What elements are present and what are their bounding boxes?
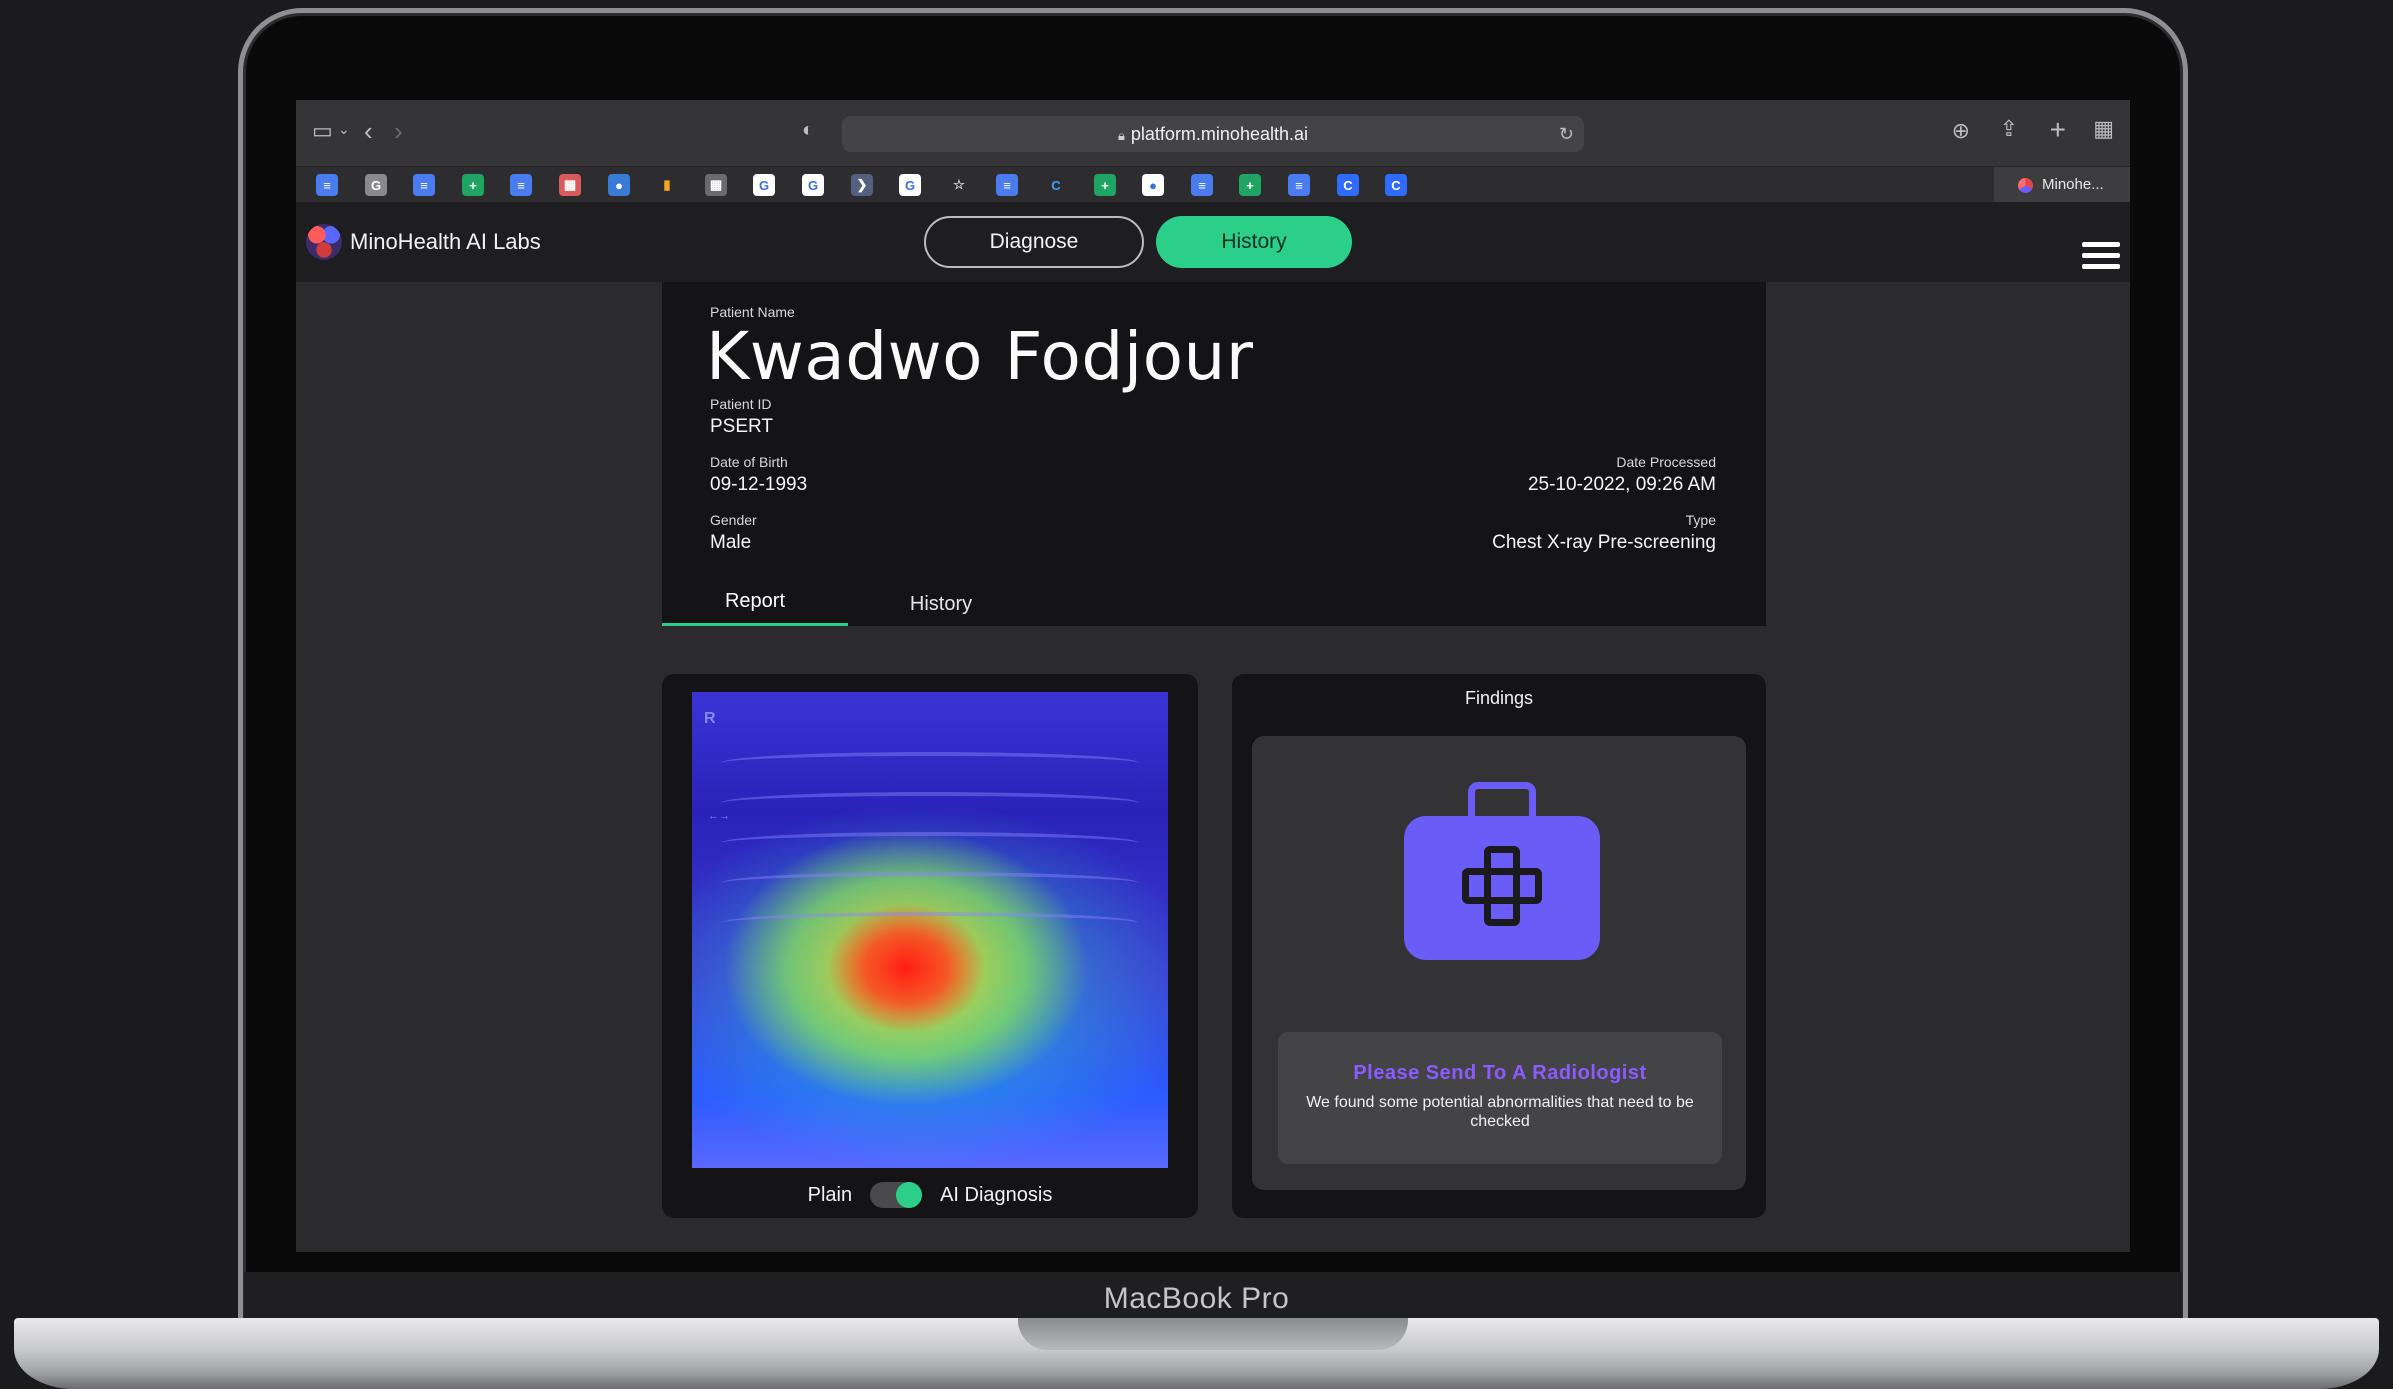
docs-icon[interactable]: ≡ [996, 174, 1018, 196]
xray-marker: R [704, 710, 716, 727]
docs-icon[interactable]: ≡ [316, 174, 338, 196]
docs-icon[interactable]: ≡ [413, 174, 435, 196]
date-processed-value: 25-10-2022, 09:26 AM [1527, 474, 1716, 495]
patient-info-panel: Patient Name Kwadwo Fodjour Patient ID P… [662, 282, 1766, 626]
alert-title: Please Send To A Radiologist [1353, 1062, 1647, 1084]
xray-heatmap-image: R ←→ [692, 692, 1168, 1168]
docs-icon[interactable]: ≡ [1288, 174, 1310, 196]
alert-text: We found some potential abnormalities th… [1306, 1094, 1694, 1130]
gender-label: Gender [710, 512, 757, 528]
tab-report[interactable]: Report [662, 582, 848, 626]
type-value: Chest X-ray Pre-screening [1492, 532, 1716, 553]
google-icon[interactable]: G [899, 174, 921, 196]
c-icon[interactable]: C [1337, 174, 1359, 196]
view-toggle-row: Plain AI Diagnosis [662, 1178, 1198, 1212]
browser-toolbar: ▭ ⌄ ‹ › ◐ 🔒︎ platform.minohealth.ai ↻ ⊕ ⇪… [296, 100, 2130, 166]
chevron-down-icon[interactable]: ⌄ [338, 122, 350, 136]
lock-icon: 🔒︎ [1117, 128, 1125, 143]
brand-name: MinoHealth AI Labs [350, 229, 541, 254]
calendar-icon[interactable]: ▦ [559, 174, 581, 196]
sheets-icon[interactable]: + [1239, 174, 1261, 196]
plain-label: Plain [807, 1183, 853, 1206]
c-icon[interactable]: C [1385, 174, 1407, 196]
findings-title: Findings [1464, 688, 1534, 708]
google-icon[interactable]: G [753, 174, 775, 196]
g-icon[interactable]: G [365, 174, 387, 196]
first-aid-kit-icon [1404, 782, 1600, 962]
chat-icon[interactable]: ● [608, 174, 630, 196]
patient-name: Kwadwo Fodjour [706, 318, 1254, 395]
gender-value: Male [710, 532, 752, 553]
diagnose-button[interactable]: Diagnose [924, 216, 1144, 268]
history-button[interactable]: History [1156, 216, 1352, 268]
github-icon[interactable]: ● [1142, 174, 1164, 196]
active-tab[interactable]: Minohe... [1994, 167, 2130, 203]
laptop-notch [1018, 1318, 1408, 1350]
radiologist-alert: Please Send To A Radiologist We found so… [1278, 1032, 1722, 1164]
google-icon[interactable]: G [802, 174, 824, 196]
download-icon[interactable]: ⊕ [1952, 120, 1970, 142]
dob-label: Date of Birth [710, 454, 788, 470]
c-icon[interactable]: C [1045, 174, 1067, 196]
findings-card: Findings Please Send To A Radiologist We… [1232, 674, 1766, 1218]
type-label: Type [1685, 512, 1716, 528]
share-icon[interactable]: ⇪ [2000, 118, 2018, 140]
star-icon[interactable]: ☆ [948, 174, 970, 196]
tab-overview-icon[interactable]: ▦ [2093, 118, 2114, 140]
forward-icon[interactable]: › [394, 118, 403, 144]
minohealth-logo-icon [306, 224, 342, 260]
sheets-icon[interactable]: + [462, 174, 484, 196]
device-label: MacBook Pro [1103, 1282, 1290, 1315]
analytics-icon[interactable]: ▮ [656, 174, 678, 196]
ai-diagnosis-toggle[interactable] [870, 1182, 923, 1208]
docs-icon[interactable]: ≡ [510, 174, 532, 196]
xray-annotation: ←→ [708, 810, 730, 822]
docs-icon[interactable]: ≡ [1191, 174, 1213, 196]
tab-history[interactable]: History [848, 582, 1034, 626]
sidebar-toggle-icon[interactable]: ▭ [312, 120, 333, 142]
patient-id: PSERT [710, 416, 774, 437]
back-icon[interactable]: ‹ [364, 118, 373, 144]
findings-body: Please Send To A Radiologist We found so… [1252, 736, 1746, 1190]
sheets-icon[interactable]: + [1094, 174, 1116, 196]
minohealth-favicon-icon [2018, 178, 2033, 193]
app-icon[interactable]: ❯ [851, 174, 873, 196]
shield-icon[interactable]: ◐ [802, 120, 814, 140]
ai-diagnosis-label: AI Diagnosis [940, 1183, 1053, 1206]
brand[interactable]: MinoHealth AI Labs [306, 222, 541, 262]
dob-value: 09-12-1993 [710, 474, 808, 495]
screen: ▭ ⌄ ‹ › ◐ 🔒︎ platform.minohealth.ai ↻ ⊕ ⇪… [296, 100, 2130, 1252]
address-bar[interactable]: 🔒︎ platform.minohealth.ai ↻ [842, 116, 1584, 152]
patient-id-label: Patient ID [710, 396, 772, 412]
date-processed-label: Date Processed [1616, 454, 1716, 470]
app-icon[interactable]: ▦ [705, 174, 727, 196]
bookmarks-bar: Minohe... ≡ G ≡ + ≡ ▦ ● ▮ ▦ G G ❯ G ☆ ≡ C + ● ≡ + ≡ C C [296, 166, 2130, 203]
new-tab-icon[interactable]: + [2050, 116, 2066, 144]
reload-icon[interactable]: ↻ [1559, 116, 1574, 152]
xray-card: R ←→ Plain AI Diagnosis [662, 674, 1198, 1218]
menu-icon[interactable] [2082, 242, 2120, 270]
